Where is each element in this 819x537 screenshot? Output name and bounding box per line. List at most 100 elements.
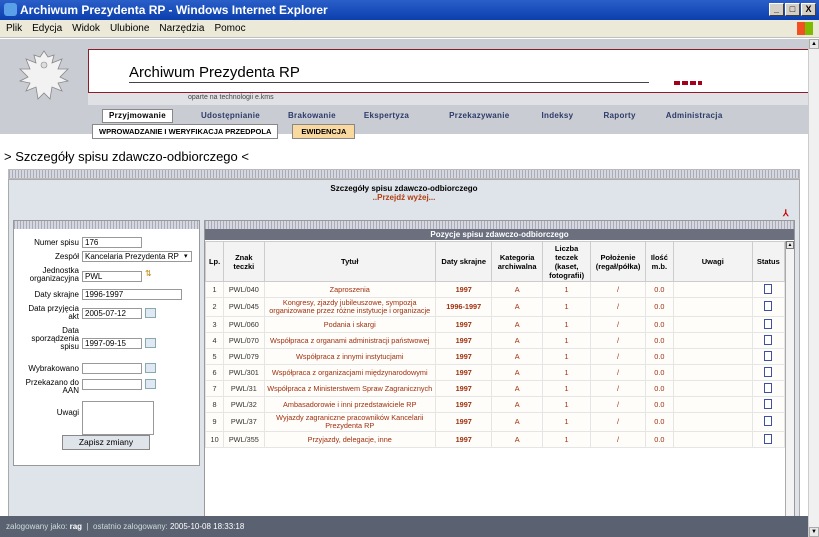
cell-uwagi (672, 380, 753, 397)
cell-liczba: 1 (541, 332, 592, 349)
document-icon[interactable] (764, 382, 773, 393)
col-polozenie: Położenie (regał/półka) (590, 241, 646, 282)
table-row[interactable]: 9 PWL/37 Wyjazdy zagraniczne pracowników K… (205, 412, 786, 432)
minimize-button[interactable]: _ (769, 3, 784, 16)
data-przyjecia-input[interactable]: 2005-07-12 (82, 308, 142, 319)
cell-znak: PWL/37 (223, 412, 265, 432)
cell-lp: 5 (205, 348, 225, 365)
calendar-icon[interactable] (145, 338, 156, 348)
app-banner: Archiwum Prezydenta RP (88, 49, 808, 93)
menu-ulubione[interactable]: Ulubione (110, 23, 149, 34)
cell-uwagi (672, 332, 753, 349)
menu-narzedzia[interactable]: Narzędzia (159, 23, 204, 34)
tagline-bar: oparte na technologii e.kms (88, 93, 808, 105)
tagline: oparte na technologii e.kms (188, 94, 274, 101)
go-up-link[interactable]: ..Przejdź wyżej... (9, 193, 799, 202)
cell-status (751, 364, 786, 381)
daty-skrajne-input[interactable]: 1996-1997 (82, 289, 182, 300)
eagle-emblem-icon (18, 50, 70, 100)
nav-ekspertyza[interactable]: Ekspertyza (364, 109, 409, 123)
cell-kategoria: A (491, 332, 543, 349)
cell-liczba: 1 (541, 380, 592, 397)
menu-plik[interactable]: Plik (6, 23, 22, 34)
table-scrollbar[interactable]: ▲ ▼ (785, 241, 794, 531)
cell-znak: PWL/079 (223, 348, 265, 365)
menu-edycja[interactable]: Edycja (32, 23, 62, 34)
document-icon[interactable] (764, 283, 773, 294)
wybrakowano-input[interactable] (82, 363, 142, 374)
jednostka-input[interactable]: PWL (82, 271, 142, 282)
cell-polozenie: / (590, 396, 646, 413)
cell-polozenie: / (590, 348, 646, 365)
cell-ilosc: 0.0 (644, 412, 674, 432)
document-icon[interactable] (764, 398, 773, 409)
scroll-up-icon[interactable]: ▲ (786, 241, 794, 249)
col-kategoria: Kategoria archiwalna (491, 241, 543, 282)
table-row[interactable]: 7 PWL/31 Współpraca z Ministerstwem Spraw … (205, 380, 786, 397)
cell-znak: PWL/060 (223, 316, 265, 333)
pdf-icon[interactable]: ⅄ (783, 208, 793, 220)
cell-kategoria: A (491, 281, 543, 298)
save-button[interactable]: Zapisz zmiany (62, 435, 150, 450)
cell-kategoria: A (491, 316, 543, 333)
subnav-wprowadzanie[interactable]: WPROWADZANIE I WERYFIKACJA PRZEDPOLA (92, 124, 279, 139)
document-icon[interactable] (764, 433, 773, 444)
table-row[interactable]: 6 PWL/301 Współpraca z organizacjami międz… (205, 364, 786, 381)
table-row[interactable]: 8 PWL/32 Ambasadorowie i inni przedstawici… (205, 396, 786, 413)
document-icon[interactable] (764, 350, 773, 361)
document-icon[interactable] (764, 318, 773, 329)
zespol-select[interactable]: Kancelaria Prezydenta RP (82, 251, 192, 262)
menu-pomoc[interactable]: Pomoc (214, 23, 245, 34)
document-icon[interactable] (764, 334, 773, 345)
table-row[interactable]: 1 PWL/040 Zaproszenia 1997 A 1/0.0 (205, 281, 786, 298)
data-sporzadzenia-input[interactable]: 1997-09-15 (82, 338, 142, 349)
cell-tytul: Wyjazdy zagraniczne pracowników Kancelar… (263, 412, 436, 432)
cell-daty: 1997 (434, 396, 493, 413)
calendar-icon[interactable] (145, 379, 156, 389)
table-row[interactable]: 5 PWL/079 Współpraca z innymi instytucjami… (205, 348, 786, 365)
daty-skrajne-label: Daty skrajne (34, 290, 79, 299)
calendar-icon[interactable] (145, 308, 156, 318)
chevron-down-icon[interactable]: ▾ (184, 252, 188, 260)
maximize-button[interactable]: □ (785, 3, 800, 16)
ie-icon (4, 3, 17, 16)
close-button[interactable]: X (801, 3, 816, 16)
nav-przekazywanie[interactable]: Przekazywanie (449, 109, 509, 123)
document-icon[interactable] (764, 301, 773, 311)
cell-ilosc: 0.0 (644, 431, 674, 448)
cell-liczba: 1 (541, 348, 592, 365)
table-row[interactable]: 2 PWL/045 Kongresy, zjazdy jubileuszowe, s… (205, 297, 786, 317)
nav-przyjmowanie[interactable]: Przyjmowanie (102, 109, 173, 123)
calendar-icon[interactable] (145, 363, 156, 373)
table-row[interactable]: 10 PWL/355 Przyjazdy, delegacje, inne 1997 A… (205, 431, 786, 448)
cell-liczba: 1 (541, 316, 592, 333)
table-row[interactable]: 4 PWL/070 Współpraca z organami administra… (205, 332, 786, 349)
subnav-ewidencja[interactable]: EWIDENCJA (292, 124, 356, 139)
numer-spisu-input[interactable]: 176 (82, 237, 142, 248)
table-row[interactable]: 3 PWL/060 Podania i skargi 1997 A 1/0.0 (205, 316, 786, 333)
cell-lp: 4 (205, 332, 225, 349)
scroll-up-icon[interactable]: ▲ (809, 39, 819, 49)
browser-scrollbar[interactable]: ▲ ▼ (808, 39, 819, 537)
cell-ilosc: 0.0 (644, 396, 674, 413)
col-znak: Znak teczki (223, 241, 265, 282)
nav-indeksy[interactable]: Indeksy (542, 109, 574, 123)
document-icon[interactable] (764, 416, 773, 426)
uwagi-textarea[interactable] (82, 401, 154, 435)
cell-ilosc: 0.0 (644, 348, 674, 365)
numer-spisu-label: Numer spisu (34, 238, 79, 247)
cell-polozenie: / (590, 297, 646, 317)
cell-kategoria: A (491, 348, 543, 365)
menu-widok[interactable]: Widok (72, 23, 100, 34)
nav-administracja[interactable]: Administracja (666, 109, 723, 123)
scroll-down-icon[interactable]: ▼ (809, 527, 819, 537)
przekazano-input[interactable] (82, 379, 142, 390)
document-icon[interactable] (764, 366, 773, 377)
nav-udostepnianie[interactable]: Udostępnianie (201, 109, 260, 123)
nav-brakowanie[interactable]: Brakowanie (288, 109, 336, 123)
cell-polozenie: / (590, 281, 646, 298)
lookup-icon[interactable]: ⇅ (145, 269, 152, 278)
cell-status (751, 396, 786, 413)
nav-raporty[interactable]: Raporty (603, 109, 635, 123)
cell-status (751, 332, 786, 349)
